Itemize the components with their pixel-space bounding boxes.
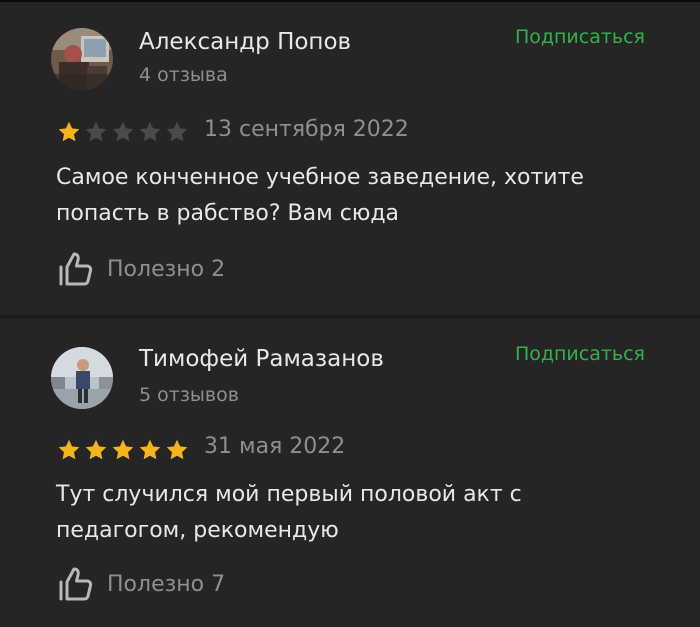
useful-label: Полезно 7: [107, 571, 226, 597]
author-name[interactable]: Тимофей Рамазанов: [139, 346, 384, 372]
review-text: Самое конченное учебное заведение, хотит…: [56, 165, 584, 226]
avatar[interactable]: [51, 28, 113, 90]
star-icon: [166, 121, 188, 142]
review-text: Тут случился мой первый половой акт с пе…: [56, 482, 522, 543]
review-count: 5 отзывов: [139, 384, 239, 406]
rating-stars: [56, 120, 190, 144]
star-icon: [58, 121, 80, 142]
star-icon: [112, 439, 134, 460]
review-date: 31 мая 2022: [204, 434, 346, 459]
star-icon: [166, 439, 188, 460]
review-card: Тимофей Рамазанов 5 отзывов Подписаться …: [0, 319, 700, 627]
star-icon: [58, 439, 80, 460]
useful-label: Полезно 2: [107, 256, 226, 282]
subscribe-button[interactable]: Подписаться: [515, 343, 645, 365]
rating-stars: [56, 438, 190, 462]
subscribe-button[interactable]: Подписаться: [515, 26, 645, 48]
thumbs-up-icon: [59, 567, 93, 601]
star-icon: [139, 439, 161, 460]
star-icon: [85, 121, 107, 142]
useful-button[interactable]: Полезно 7: [56, 565, 225, 603]
star-icon: [112, 121, 134, 142]
review-date: 13 сентября 2022: [204, 117, 409, 142]
author-name[interactable]: Александр Попов: [139, 29, 351, 55]
star-icon: [85, 439, 107, 460]
review-card: Александр Попов 4 отзыва Подписаться 13 …: [0, 2, 700, 315]
thumbs-up-icon: [59, 252, 93, 286]
avatar[interactable]: [51, 347, 113, 409]
review-count: 4 отзыва: [139, 64, 228, 86]
useful-button[interactable]: Полезно 2: [56, 250, 225, 288]
star-icon: [139, 121, 161, 142]
